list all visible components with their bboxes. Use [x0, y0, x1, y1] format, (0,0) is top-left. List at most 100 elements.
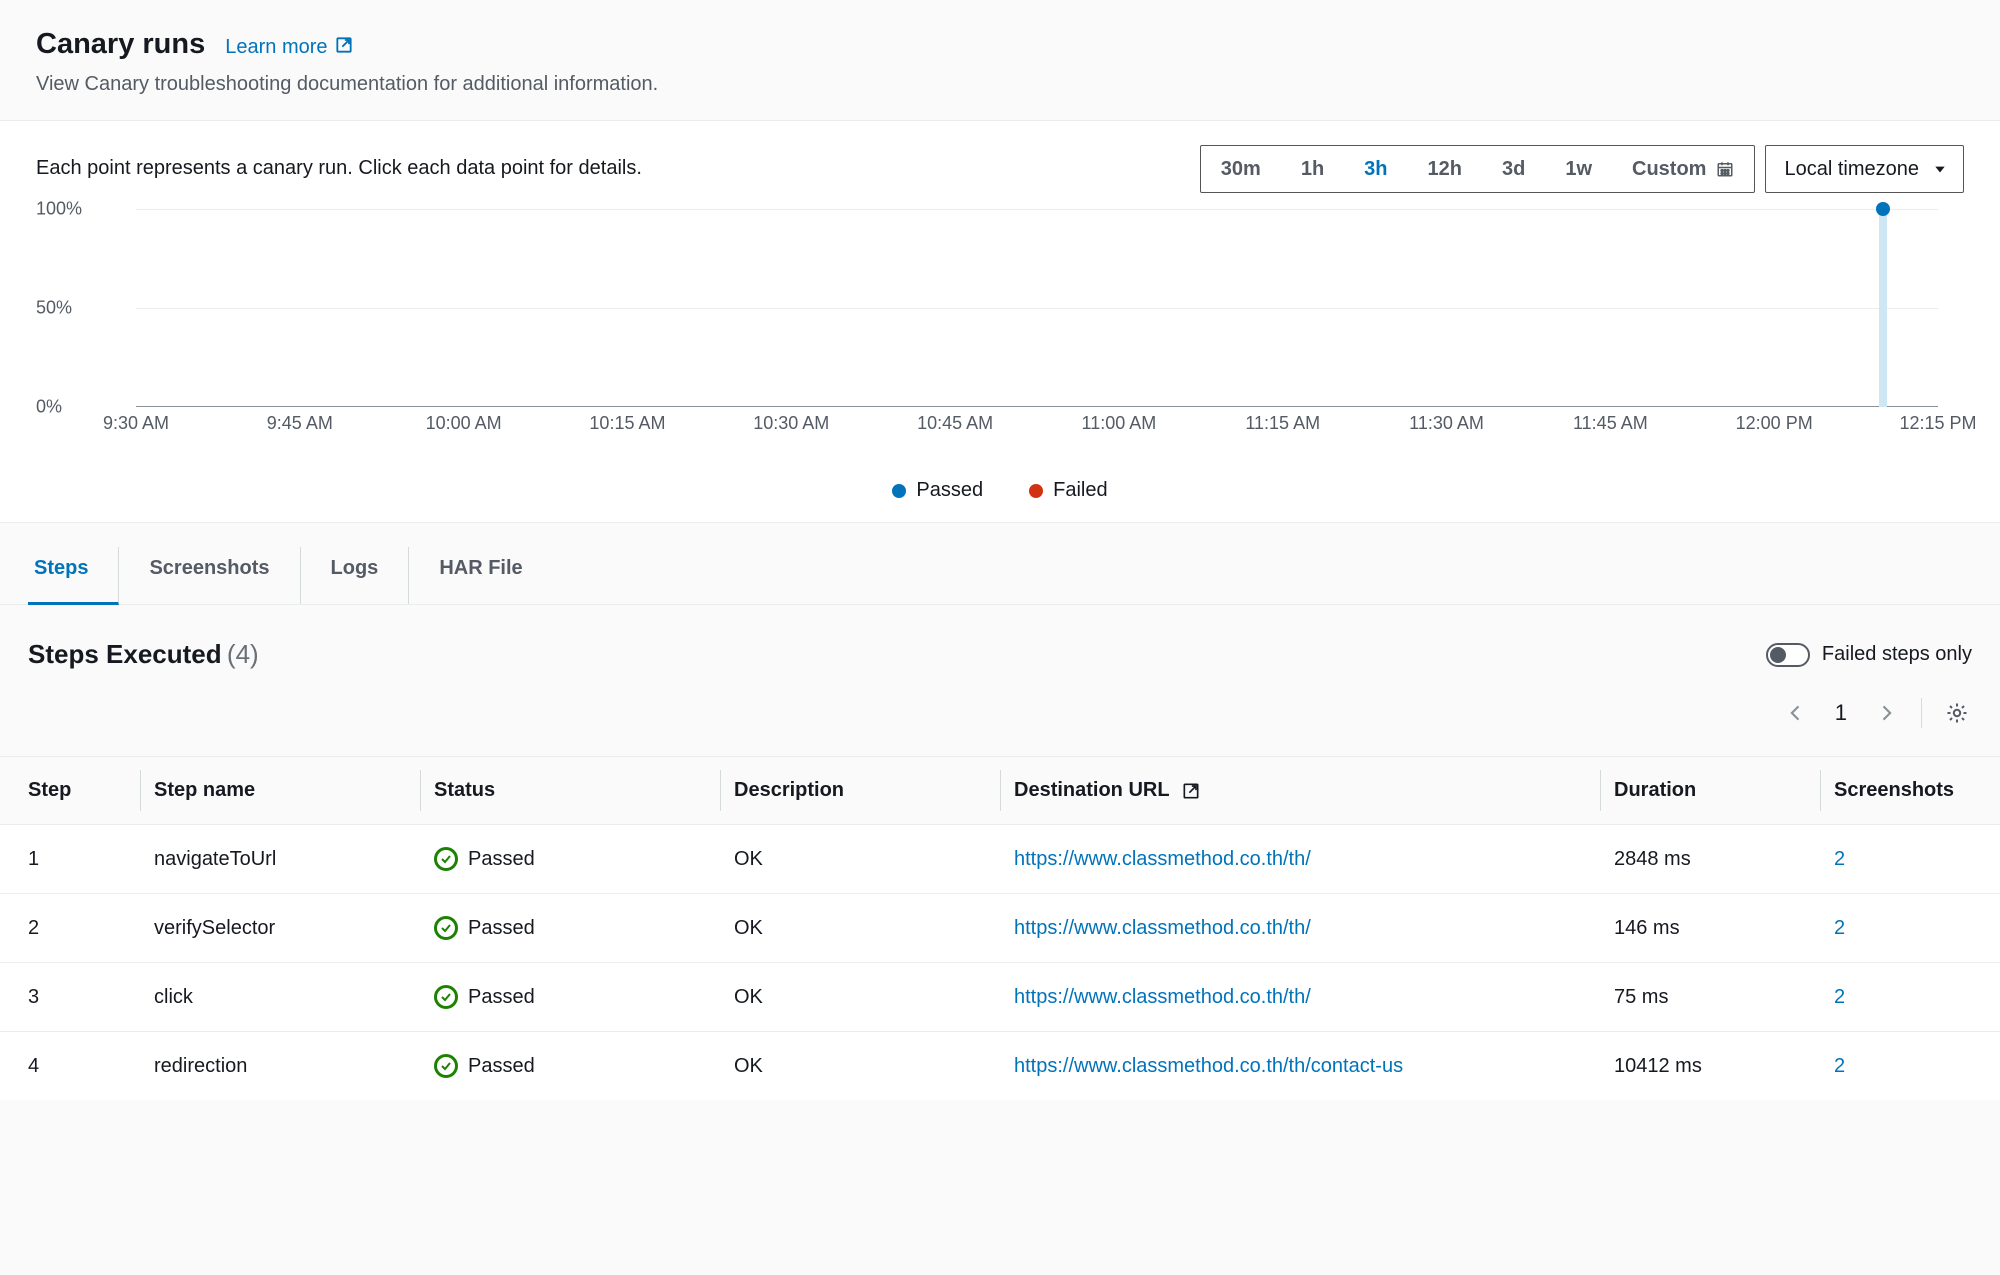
chart-section: Each point represents a canary run. Clic… — [0, 121, 2000, 523]
cell-name: navigateToUrl — [140, 825, 420, 894]
cell-duration: 2848 ms — [1600, 825, 1820, 894]
cell-duration: 75 ms — [1600, 963, 1820, 1032]
status-passed-icon — [434, 1054, 458, 1078]
page-prev-button[interactable] — [1781, 698, 1811, 728]
detail-tabs: StepsScreenshotsLogsHAR File — [0, 523, 2000, 605]
chart-controls: 30m1h3h12h3d1w Custom — [1200, 145, 1964, 193]
screenshots-link[interactable]: 2 — [1834, 917, 1845, 939]
time-range-1w[interactable]: 1w — [1545, 146, 1612, 192]
cell-name: verifySelector — [140, 894, 420, 963]
table-row[interactable]: 3clickPassedOKhttps://www.classmethod.co… — [0, 963, 2000, 1032]
data-point-bar[interactable] — [1879, 209, 1887, 407]
legend-passed: Passed — [892, 479, 983, 502]
time-range-3d[interactable]: 3d — [1482, 146, 1545, 192]
chart-plot-inner[interactable] — [136, 209, 1938, 407]
x-tick: 12:00 PM — [1736, 413, 1813, 434]
status-label: Passed — [468, 986, 535, 1009]
cell-duration: 10412 ms — [1600, 1032, 1820, 1101]
screenshots-link[interactable]: 2 — [1834, 848, 1845, 870]
time-range-group: 30m1h3h12h3d1w Custom — [1200, 145, 1756, 193]
destination-url-link[interactable]: https://www.classmethod.co.th/th/ — [1014, 986, 1311, 1008]
x-tick: 11:45 AM — [1573, 413, 1648, 434]
col-header-description[interactable]: Description — [720, 757, 1000, 825]
calendar-icon — [1716, 160, 1734, 178]
tab-steps[interactable]: Steps — [28, 547, 119, 605]
cell-name: click — [140, 963, 420, 1032]
settings-gear-button[interactable] — [1942, 698, 1972, 728]
timezone-select[interactable]: Local timezone — [1765, 145, 1964, 193]
pagination: 1 — [0, 670, 2000, 738]
col-header-step[interactable]: Step — [0, 757, 140, 825]
col-header-url[interactable]: Destination URL — [1000, 757, 1600, 825]
legend-failed: Failed — [1029, 479, 1107, 502]
cell-step: 2 — [0, 894, 140, 963]
table-row[interactable]: 1navigateToUrlPassedOKhttps://www.classm… — [0, 825, 2000, 894]
tab-logs[interactable]: Logs — [301, 547, 410, 604]
time-range-12h[interactable]: 12h — [1408, 146, 1482, 192]
screenshots-link[interactable]: 2 — [1834, 1055, 1845, 1077]
failed-only-toggle[interactable]: Failed steps only — [1766, 643, 1972, 667]
col-header-status[interactable]: Status — [420, 757, 720, 825]
cell-status: Passed — [420, 894, 720, 963]
cell-description: OK — [720, 894, 1000, 963]
cell-status: Passed — [420, 963, 720, 1032]
learn-more-link[interactable]: Learn more — [225, 35, 353, 61]
page-number: 1 — [1825, 700, 1857, 726]
time-range-30m[interactable]: 30m — [1201, 146, 1281, 192]
toggle-switch-icon — [1766, 643, 1810, 667]
time-range-custom[interactable]: Custom — [1612, 146, 1754, 192]
col-header-screenshots[interactable]: Screenshots — [1820, 757, 2000, 825]
tab-screenshots[interactable]: Screenshots — [119, 547, 300, 604]
y-tick-50: 50% — [36, 298, 72, 319]
x-tick: 10:15 AM — [589, 413, 665, 434]
cell-screenshots: 2 — [1820, 825, 2000, 894]
col-header-url-label: Destination URL — [1014, 779, 1169, 801]
page-subtitle: View Canary troubleshooting documentatio… — [36, 73, 1964, 96]
legend-passed-label: Passed — [916, 479, 983, 502]
screenshots-link[interactable]: 2 — [1834, 986, 1845, 1008]
chart-plot[interactable]: 100% 50% 0% 9:30 AM9:45 AM10:00 AM10:15 … — [36, 209, 1964, 439]
status-label: Passed — [468, 917, 535, 940]
page-next-button[interactable] — [1871, 698, 1901, 728]
page-title: Canary runs — [36, 28, 205, 61]
destination-url-link[interactable]: https://www.classmethod.co.th/th/contact… — [1014, 1055, 1403, 1077]
tab-har-file[interactable]: HAR File — [409, 547, 552, 604]
data-point-dot[interactable] — [1876, 202, 1890, 216]
status-passed-icon — [434, 985, 458, 1009]
y-tick-100: 100% — [36, 199, 82, 220]
external-link-icon — [1181, 781, 1201, 801]
cell-screenshots: 2 — [1820, 1032, 2000, 1101]
table-row[interactable]: 4redirectionPassedOKhttps://www.classmet… — [0, 1032, 2000, 1101]
time-range-3h[interactable]: 3h — [1344, 146, 1407, 192]
status-label: Passed — [468, 848, 535, 871]
failed-only-label: Failed steps only — [1822, 643, 1972, 666]
col-header-duration[interactable]: Duration — [1600, 757, 1820, 825]
x-tick: 11:00 AM — [1082, 413, 1157, 434]
status-passed-icon — [434, 847, 458, 871]
external-link-icon — [334, 35, 354, 61]
x-tick: 10:45 AM — [917, 413, 993, 434]
steps-table: Step Step name Status Description Destin… — [0, 756, 2000, 1100]
cell-description: OK — [720, 825, 1000, 894]
learn-more-label: Learn more — [225, 36, 327, 59]
destination-url-link[interactable]: https://www.classmethod.co.th/th/ — [1014, 917, 1311, 939]
x-tick: 11:15 AM — [1245, 413, 1320, 434]
x-tick: 10:30 AM — [753, 413, 829, 434]
table-header-row: Step Step name Status Description Destin… — [0, 757, 2000, 825]
cell-duration: 146 ms — [1600, 894, 1820, 963]
cell-screenshots: 2 — [1820, 963, 2000, 1032]
col-header-name[interactable]: Step name — [140, 757, 420, 825]
cell-url: https://www.classmethod.co.th/th/ — [1000, 963, 1600, 1032]
destination-url-link[interactable]: https://www.classmethod.co.th/th/ — [1014, 848, 1311, 870]
cell-url: https://www.classmethod.co.th/th/ — [1000, 825, 1600, 894]
table-row[interactable]: 2verifySelectorPassedOKhttps://www.class… — [0, 894, 2000, 963]
cell-status: Passed — [420, 825, 720, 894]
cell-url: https://www.classmethod.co.th/th/contact… — [1000, 1032, 1600, 1101]
cell-status: Passed — [420, 1032, 720, 1101]
cell-step: 3 — [0, 963, 140, 1032]
cell-step: 4 — [0, 1032, 140, 1101]
x-tick: 9:30 AM — [103, 413, 169, 434]
page-header: Canary runs Learn more View Canary troub… — [0, 0, 2000, 121]
time-range-1h[interactable]: 1h — [1281, 146, 1344, 192]
legend-failed-label: Failed — [1053, 479, 1107, 502]
